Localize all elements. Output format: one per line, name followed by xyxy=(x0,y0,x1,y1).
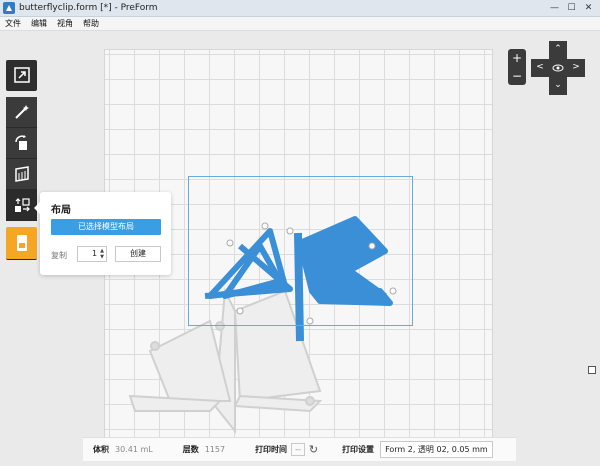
selection-bounding-box xyxy=(188,176,413,326)
zoom-out-button[interactable]: − xyxy=(508,67,526,85)
magic-wand-tool[interactable] xyxy=(6,97,37,128)
print-time-value: -- xyxy=(291,443,305,456)
rotate-icon xyxy=(14,135,27,150)
view-left-button[interactable]: < xyxy=(531,59,549,77)
side-panel-handle-icon[interactable] xyxy=(588,366,596,374)
supports-tool[interactable] xyxy=(6,159,37,190)
menu-help[interactable]: 帮助 xyxy=(78,18,104,29)
print-icon xyxy=(16,235,27,251)
menu-edit[interactable]: 编辑 xyxy=(26,18,52,29)
copies-label: 复制 xyxy=(51,251,67,260)
stepper-arrows-icon[interactable]: ▲ ▼ xyxy=(100,248,104,260)
menu-view[interactable]: 视角 xyxy=(52,18,78,29)
menu-file[interactable]: 文件 xyxy=(0,18,26,29)
status-bar: 体积 30.41 mL 层数 1157 打印时间 -- ↻ 打印设置 Form … xyxy=(83,437,516,461)
close-button[interactable]: ✕ xyxy=(581,1,596,15)
3d-viewport[interactable]: 布局 已选择模型布局 复制 1 ▲ ▼ 创建 + − ⌃ < > ⌄ xyxy=(0,31,600,466)
layers-value: 1157 xyxy=(204,445,226,454)
volume-value: 30.41 mL xyxy=(115,445,153,454)
refresh-icon[interactable]: ↻ xyxy=(309,443,318,456)
zoom-controls: + − xyxy=(508,49,526,85)
expand-icon xyxy=(13,67,30,83)
layout-panel: 布局 已选择模型布局 复制 1 ▲ ▼ 创建 xyxy=(34,192,171,275)
view-down-button[interactable]: ⌄ xyxy=(549,77,567,95)
window-controls: — ☐ ✕ xyxy=(547,1,596,15)
minimize-button[interactable]: — xyxy=(547,1,562,15)
title-bar: butterflyclip.form [*] - PreForm — ☐ ✕ xyxy=(0,0,600,17)
view-direction-pad: ⌃ < > ⌄ xyxy=(531,41,585,95)
zoom-in-button[interactable]: + xyxy=(508,49,526,67)
home-view-eye-icon[interactable] xyxy=(549,59,567,77)
expand-tool[interactable] xyxy=(6,60,37,91)
print-settings-select[interactable]: Form 2, 透明 02, 0.05 mm xyxy=(380,441,493,458)
print-settings-label: 打印设置 xyxy=(342,445,375,454)
print-time-label: 打印时间 xyxy=(255,445,288,454)
menu-bar: 文件 编辑 视角 帮助 xyxy=(0,17,600,31)
left-toolbar xyxy=(6,60,37,260)
layers-label: 层数 xyxy=(182,445,199,454)
preform-app-icon xyxy=(3,2,15,14)
copies-value: 1 xyxy=(92,249,98,258)
maximize-button[interactable]: ☐ xyxy=(564,1,579,15)
layout-panel-title: 布局 xyxy=(51,205,71,216)
view-up-button[interactable]: ⌃ xyxy=(549,41,567,59)
window-title: butterflyclip.form [*] - PreForm xyxy=(19,3,158,13)
auto-layout-button[interactable]: 已选择模型布局 xyxy=(51,219,161,235)
copies-stepper[interactable]: 1 ▲ ▼ xyxy=(77,246,107,262)
orientation-tool[interactable] xyxy=(6,128,37,159)
magic-wand-icon xyxy=(14,105,29,119)
print-tool[interactable] xyxy=(6,227,37,260)
layout-icon xyxy=(14,198,30,212)
layout-tool[interactable] xyxy=(6,190,37,221)
create-copies-button[interactable]: 创建 xyxy=(115,246,161,262)
supports-icon xyxy=(14,166,29,182)
view-right-button[interactable]: > xyxy=(567,59,585,77)
volume-label: 体积 xyxy=(93,445,109,454)
